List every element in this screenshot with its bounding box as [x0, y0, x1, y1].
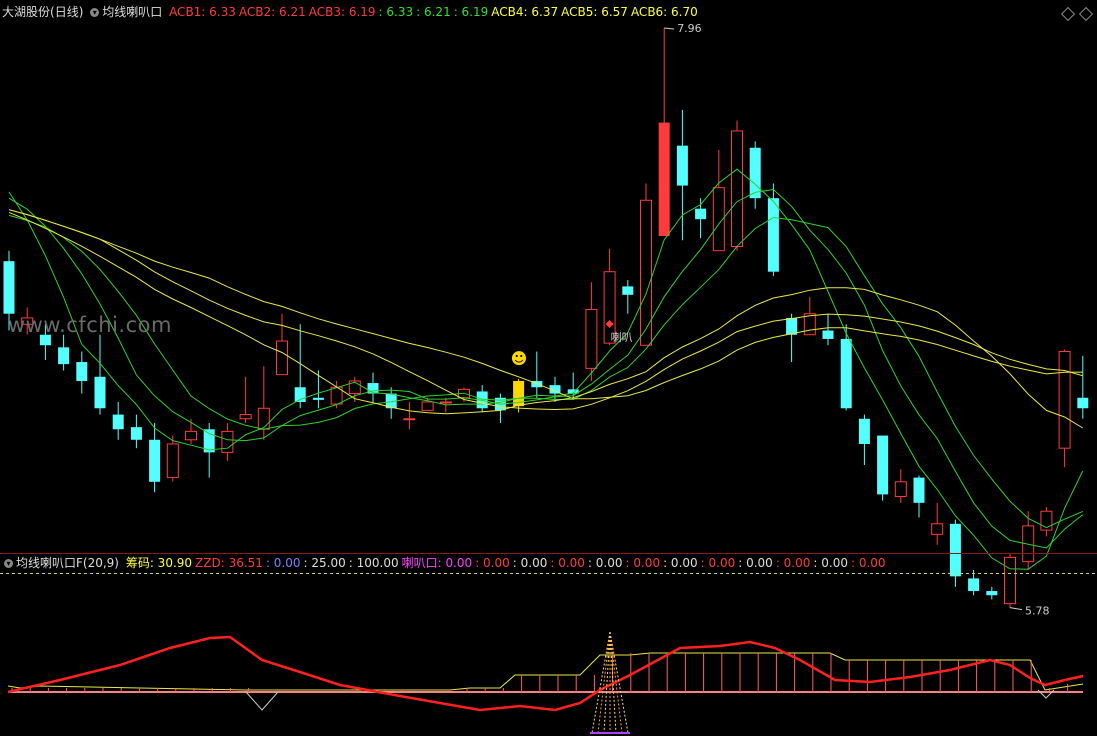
main-value-4: : 6.21: [416, 5, 451, 19]
high-price-label: 7.96: [677, 22, 702, 35]
sub-value-3: : 25.00: [303, 556, 346, 570]
candle-body: [767, 198, 779, 272]
sub-value-10: : 0.00: [625, 556, 661, 570]
candle-body: [622, 286, 634, 295]
candle-body: [1058, 351, 1071, 449]
candle-body: [585, 309, 598, 369]
sub-value-7: : 0.00: [512, 556, 548, 570]
candle-body: [803, 313, 816, 336]
sub-value-5: 喇叭口: 0.00: [401, 556, 473, 570]
watermark: www.cfchi.com: [8, 313, 172, 337]
sub-indicator-values: 筹码: 30.90 ZZD: 36.51: 0.00: 25.00: 100.00…: [126, 556, 889, 570]
candle-body: [695, 208, 707, 220]
sub-value-14: : 0.00: [775, 556, 811, 570]
candle-body: [112, 414, 124, 430]
main-value-8: ACB6: 6.70: [630, 5, 698, 19]
indicator-values: ACB1: 6.33 ACB2: 6.21 ACB3: 6.19: 6.33: 6.…: [169, 5, 701, 19]
candle-body: [676, 145, 688, 186]
candle-body: [877, 435, 889, 495]
candle-body: [986, 591, 998, 596]
candle-body: [640, 199, 652, 346]
candle-body: [439, 401, 452, 404]
candle-body: [166, 443, 179, 479]
candle-body: [257, 407, 270, 430]
period-label: (日线): [50, 5, 84, 19]
candle-body: [968, 578, 980, 592]
candle-body: [931, 523, 944, 535]
candle-body: [894, 481, 907, 498]
sub-spike-line: [603, 631, 611, 734]
sub-indicator-name[interactable]: 均线喇叭口F(20,9): [16, 556, 119, 570]
high-marker-line: [664, 27, 675, 30]
candle-body: [3, 261, 15, 314]
ma-line-yellow: [8, 209, 1083, 411]
candle-body: [94, 376, 106, 409]
sub-value-9: : 0.00: [587, 556, 623, 570]
main-value-5: : 6.19: [453, 5, 489, 19]
candle-body: [58, 347, 70, 365]
indicator-settings-icon[interactable]: ▾: [90, 8, 100, 17]
sub-value-2: : 0.00: [265, 556, 301, 570]
candle-body: [822, 330, 834, 339]
ma-line-green: [8, 168, 1084, 570]
main-value-2: ACB3: 6.19: [308, 5, 376, 19]
candle-body: [239, 414, 252, 420]
chart-canvas[interactable]: 7.96 5.78 喇叭 ☻: [0, 0, 1097, 736]
main-value-3: : 6.33: [378, 5, 414, 19]
indicator-name[interactable]: 均线喇叭口: [102, 5, 162, 19]
candle-body: [149, 439, 161, 482]
sub-value-8: : 0.00: [550, 556, 585, 570]
candle-body: [840, 338, 852, 409]
sub-value-15: : 0.00: [813, 556, 848, 570]
candle-body: [1004, 556, 1016, 605]
candle-body: [786, 317, 798, 335]
candle-body: [76, 362, 88, 381]
low-price-label: 5.78: [1025, 605, 1050, 618]
sub-spike-line: [597, 631, 611, 734]
sub-value-11: : 0.00: [663, 556, 698, 570]
candle-body: [1077, 397, 1089, 409]
main-value-7: ACB5: 6.57: [561, 5, 628, 19]
sub-value-1: ZZD: 36.51: [195, 556, 263, 570]
candle-body: [949, 523, 961, 577]
candle-body: [913, 477, 925, 503]
candle-body: [731, 130, 743, 247]
sub-dip-left: [245, 691, 279, 711]
candle-body: [185, 430, 197, 441]
smiley-icon: ☻: [511, 349, 528, 368]
ma-line-yellow: [8, 209, 1083, 400]
low-marker-line: [1009, 607, 1023, 611]
sub-value-6: : 0.00: [475, 556, 510, 570]
sub-value-4: : 100.00: [348, 556, 399, 570]
main-value-6: ACB4: 6.37: [491, 5, 559, 19]
sub-indicator-header: ▾ 均线喇叭口F(20,9) 筹码: 30.90 ZZD: 36.51: 0.00:…: [4, 555, 892, 571]
candle-body: [421, 401, 434, 411]
candle-body: [749, 147, 761, 199]
candle-body: [130, 427, 142, 440]
main-value-1: ACB2: 6.21: [238, 5, 306, 19]
sub-value-16: : 0.00: [850, 556, 886, 570]
candle-body: [858, 418, 870, 444]
candle-body: [658, 122, 670, 236]
candle-body: [312, 397, 324, 400]
stock-name: 大湖股份: [2, 5, 51, 19]
candle-body: [276, 340, 288, 376]
main-value-0: ACB1: 6.33: [169, 5, 236, 19]
signal-label: 喇叭: [611, 330, 633, 344]
main-indicator-header: 大湖股份(日线) ▾ 均线喇叭口 ACB1: 6.33 ACB2: 6.21 ACB3…: [2, 4, 704, 20]
sub-value-0: 筹码: 30.90: [125, 556, 193, 570]
sub-indicator-settings-icon[interactable]: ▾: [4, 559, 13, 568]
sub-value-12: : 0.00: [700, 556, 736, 570]
candle-body: [221, 430, 234, 453]
candle-body: [403, 418, 416, 421]
sub-chart-area: [7, 631, 1084, 734]
sub-value-13: : 0.00: [738, 556, 773, 570]
